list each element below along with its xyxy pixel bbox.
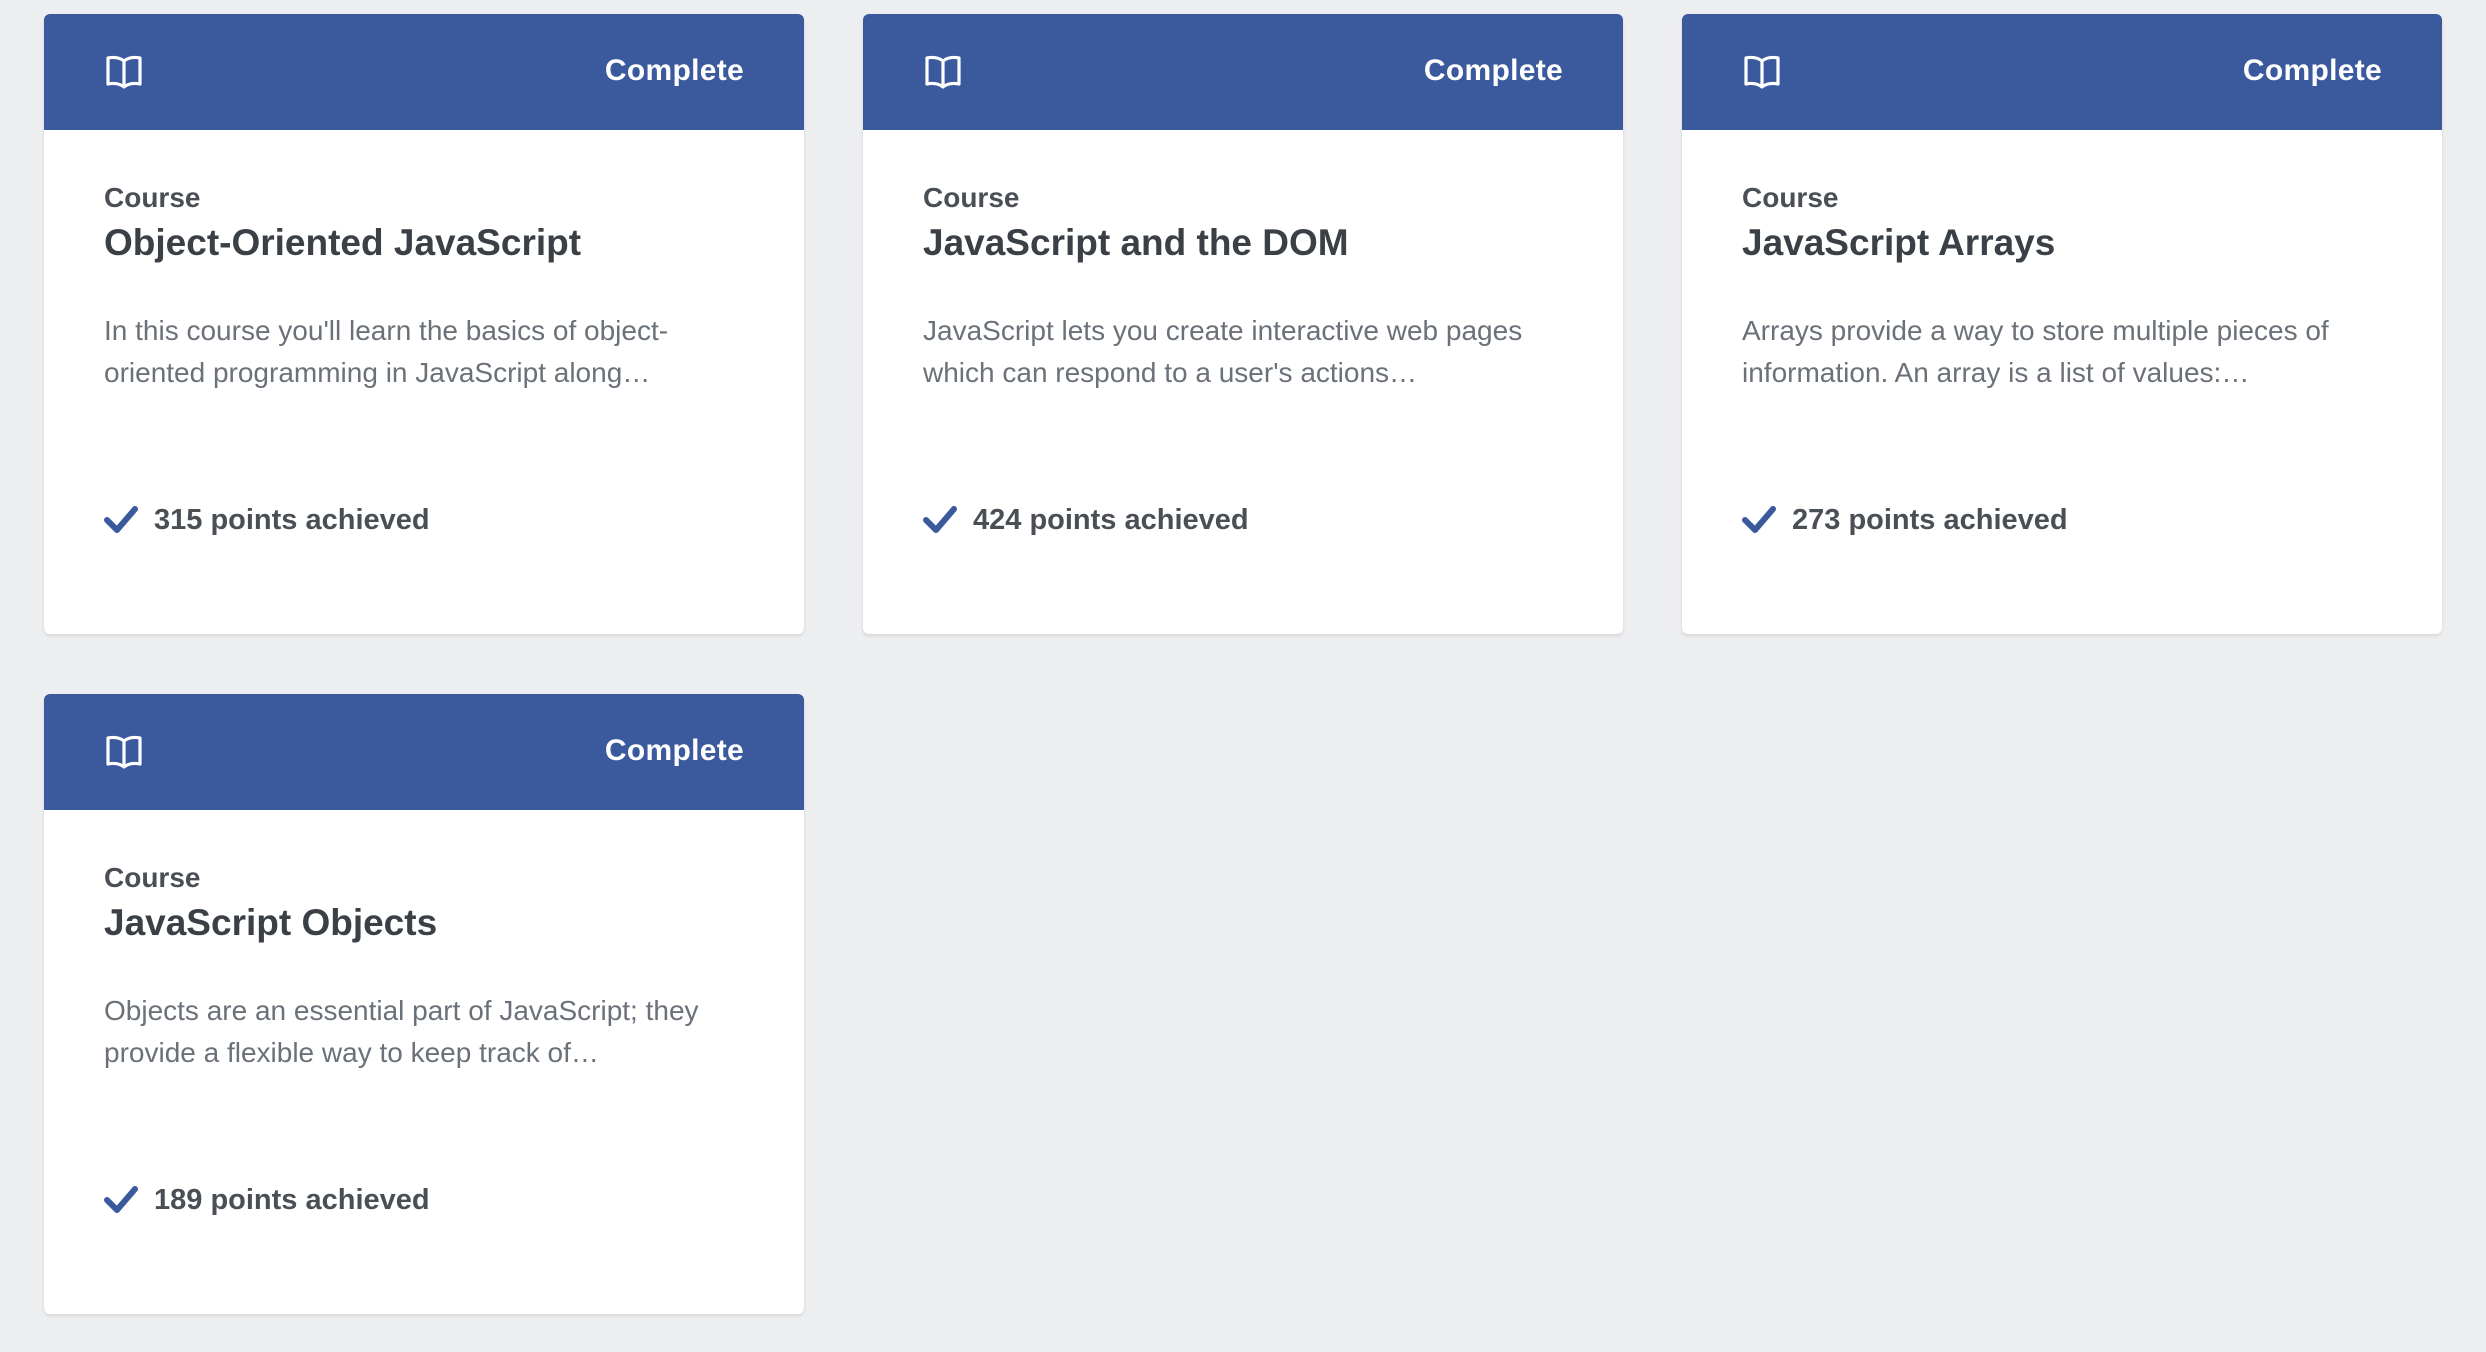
book-icon — [925, 55, 961, 89]
course-card[interactable]: Complete Course JavaScript and the DOM J… — [863, 14, 1623, 634]
book-icon — [1744, 55, 1780, 89]
course-title[interactable]: Object-Oriented JavaScript — [104, 222, 581, 264]
course-card[interactable]: Complete Course JavaScript Objects Objec… — [44, 694, 804, 1314]
card-header: Complete — [44, 694, 804, 810]
course-card[interactable]: Complete Course Object-Oriented JavaScri… — [44, 14, 804, 634]
points-achieved: 273 points achieved — [1792, 503, 2068, 536]
points-row: 273 points achieved — [1742, 500, 2068, 540]
course-kind-label: Course — [923, 182, 1020, 213]
course-description: JavaScript lets you create interactive w… — [923, 315, 1523, 388]
points-row: 424 points achieved — [923, 500, 1249, 540]
book-icon — [106, 55, 142, 89]
check-icon — [104, 1186, 138, 1213]
points-achieved: 315 points achieved — [154, 503, 430, 536]
course-description: Objects are an essential part of JavaScr… — [104, 995, 699, 1068]
course-kind-label: Course — [104, 182, 201, 213]
points-achieved: 189 points achieved — [154, 1183, 430, 1216]
course-description: Arrays provide a way to store multiple p… — [1742, 315, 2329, 388]
book-icon — [106, 735, 142, 769]
points-row: 189 points achieved — [104, 1180, 430, 1220]
check-icon — [104, 506, 138, 533]
course-title[interactable]: JavaScript Objects — [104, 902, 437, 944]
course-card[interactable]: Complete Course JavaScript Arrays Arrays… — [1682, 14, 2442, 634]
check-icon — [1742, 506, 1776, 533]
status-badge: Complete — [604, 54, 744, 87]
course-title[interactable]: JavaScript Arrays — [1742, 222, 2055, 264]
course-kind-label: Course — [104, 862, 201, 893]
course-kind-label: Course — [1742, 182, 1839, 213]
status-badge: Complete — [2242, 54, 2382, 87]
course-title[interactable]: JavaScript and the DOM — [923, 222, 1349, 264]
course-description: In this course you'll learn the basics o… — [104, 315, 669, 388]
points-achieved: 424 points achieved — [973, 503, 1249, 536]
points-row: 315 points achieved — [104, 500, 430, 540]
card-header: Complete — [863, 14, 1623, 130]
status-badge: Complete — [604, 734, 744, 767]
status-badge: Complete — [1423, 54, 1563, 87]
card-header: Complete — [44, 14, 804, 130]
card-header: Complete — [1682, 14, 2442, 130]
check-icon — [923, 506, 957, 533]
